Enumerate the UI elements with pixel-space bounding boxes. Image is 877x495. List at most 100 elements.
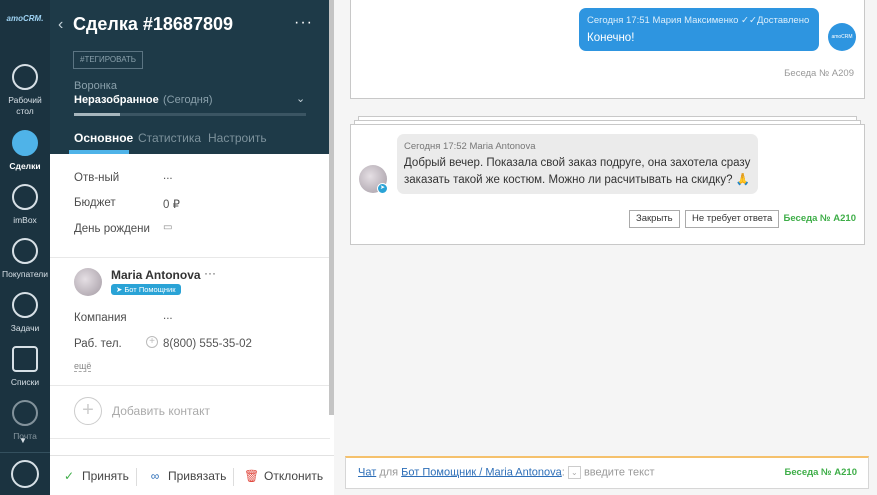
lead-menu-button[interactable]: ··· [294,14,313,32]
nav-item-imbox[interactable]: imBox [0,184,50,226]
tab-statistics[interactable]: Статистика [138,131,201,145]
nav-label-dashboard: Рабочий стол [8,95,42,116]
contact-name[interactable]: Maria Antonova [111,268,201,282]
leads-icon [12,130,38,156]
decline-button[interactable]: 🗑 Отклонить [244,469,323,483]
field-responsible-value[interactable]: ... [163,170,173,182]
message-text: Конечно! [587,32,635,44]
chevron-down-icon[interactable]: ⌄ [567,466,581,479]
field-phone-label: Раб. тел. [74,338,122,350]
badge-label: Бот Помощник [124,285,176,294]
divider [50,438,330,439]
field-budget-label: Бюджет [74,197,116,209]
telegram-icon: ➤ [377,183,388,194]
nav-label-lists: Списки [10,377,40,387]
decline-label: Отклонить [264,469,324,483]
field-phone-value[interactable]: 8(800) 555-35-02 [163,338,252,350]
chat-feed: Сегодня 17:51 Мария Максименко ✓✓Доставл… [334,0,877,495]
for-label: для [379,466,399,479]
dashboard-icon [12,64,38,90]
message-meta: Сегодня 17:51 Мария Максименко ✓✓Доставл… [587,15,809,26]
divider [50,385,330,386]
add-contact-icon[interactable]: + [74,397,102,425]
pipeline-progress [74,113,306,116]
divider [50,257,330,258]
chat-icon [12,184,38,210]
funnel-label: Воронка [74,80,117,92]
message-meta: Сегодня 17:52 Maria Antonova [404,141,536,152]
back-arrow-icon[interactable]: ‹ [58,16,63,34]
conversation-label[interactable]: Беседа № А210 [784,213,856,224]
tab-main[interactable]: Основное [74,131,133,145]
field-birthday-label: День рождени [74,223,150,235]
nav-item-lists[interactable]: Списки [0,346,50,388]
link-label: Привязать [168,469,227,483]
lead-header: ‹ Сделка #18687809 ··· #ТЕГИРОВАТЬ Ворон… [50,0,330,154]
nav-item-tasks[interactable]: Задачи [0,292,50,334]
message-status: Доставлено [756,15,810,26]
contact-source-badge: ➤ Бот Помощник [111,284,181,295]
close-conversation-button[interactable]: Закрыть [629,210,680,228]
add-contact-label[interactable]: Добавить контакт [112,404,210,418]
check-circle-icon: ✓ [63,469,75,483]
contact-avatar[interactable] [74,268,102,296]
incoming-message-bubble[interactable]: Сегодня 17:52 Maria Antonova Добрый вече… [397,134,758,194]
customers-icon [12,238,38,264]
contact-menu-button[interactable]: ··· [204,266,216,280]
divider [233,468,234,486]
accept-button[interactable]: ✓ Принять [62,469,129,483]
lead-title[interactable]: Сделка #18687809 [73,14,233,35]
funnel-value[interactable]: Неразобранное [74,94,159,106]
message-composer: Чат для Бот Помощник / Maria Antonova: ⌄… [345,456,869,489]
link-button[interactable]: ∞ Привязать [148,469,227,483]
left-nav: amoCRM. Рабочий стол Сделки imBox Покупа… [0,0,50,495]
sender-avatar[interactable]: amoCRM [828,23,856,51]
nav-label-imbox: imBox [13,215,37,225]
nav-item-dashboard[interactable]: Рабочий стол [0,64,50,117]
nav-divider [0,452,50,453]
mail-icon [12,400,38,426]
nav-item-customers[interactable]: Покупатели [0,238,50,280]
pipeline-progress-fill [74,113,121,116]
link-icon: ∞ [150,469,160,483]
nav-label-leads: Сделки [9,161,41,171]
composer-conversation-label[interactable]: Беседа № А210 [785,467,857,478]
action-bar: ✓ Принять ∞ Привязать 🗑 Отклонить [50,455,334,495]
calendar-icon[interactable]: ▭ [163,222,172,233]
app-logo[interactable]: amoCRM. [0,14,50,23]
nav-scroll-down-icon[interactable]: ▼ [19,436,27,445]
message-card: Сегодня 17:51 Мария Максименко ✓✓Доставл… [350,0,865,99]
add-phone-icon[interactable]: + [146,336,158,348]
divider [136,468,137,486]
checkmark-icon [12,292,38,318]
message-card: ➤ Сегодня 17:52 Maria Antonova Добрый ве… [350,124,865,245]
message-text: Добрый вечер. Показала свой заказ подруг… [404,157,751,186]
list-icon [12,346,38,372]
trash-icon: 🗑 [244,469,260,483]
composer-target: Чат для Бот Помощник / Maria Antonova: ⌄… [358,466,655,479]
field-company-value[interactable]: ... [163,310,173,322]
field-company-label: Компания [74,312,127,324]
message-input[interactable]: введите текст [584,466,655,478]
chevron-down-icon[interactable]: ⌄ [296,92,305,105]
conversation-label[interactable]: Беседа № А209 [784,68,854,79]
notifications-icon[interactable] [11,460,39,488]
active-tab-indicator [69,150,129,154]
field-budget-value[interactable]: 0 ₽ [163,197,180,211]
field-responsible-label: Отв-ный [74,172,120,184]
nav-label-customers: Покупатели [2,269,48,279]
chat-mode-link[interactable]: Чат [358,466,376,478]
tag-button[interactable]: #ТЕГИРОВАТЬ [73,51,144,69]
more-fields-link[interactable]: ещё [74,361,92,372]
accept-label: Принять [82,469,129,483]
delivered-check-icon: ✓✓ [741,15,757,26]
no-reply-needed-button[interactable]: Не требует ответа [685,210,780,228]
funnel-date: (Сегодня) [163,94,213,106]
message-meta-text: Сегодня 17:51 Мария Максименко [587,15,739,26]
outgoing-message-bubble[interactable]: Сегодня 17:51 Мария Максименко ✓✓Доставл… [579,8,819,51]
recipient-link[interactable]: Бот Помощник / Maria Antonova [401,466,562,478]
tab-settings[interactable]: Настроить [208,131,267,145]
nav-label-tasks: Задачи [10,323,40,333]
nav-item-leads[interactable]: Сделки [0,130,50,172]
lead-panel: ‹ Сделка #18687809 ··· #ТЕГИРОВАТЬ Ворон… [50,0,334,495]
